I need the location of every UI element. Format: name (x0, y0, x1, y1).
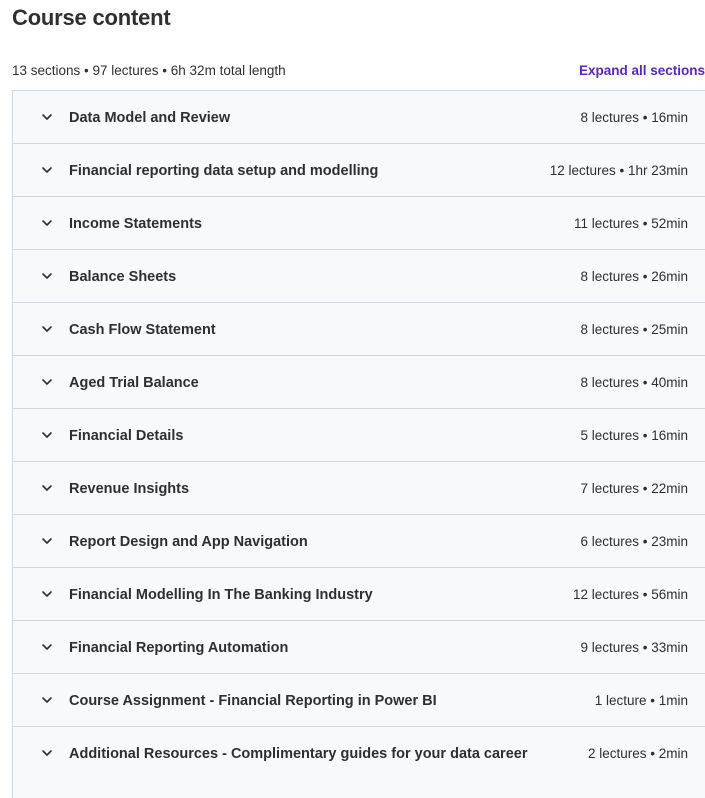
chevron-down-icon[interactable] (40, 110, 54, 124)
expand-all-sections-button[interactable]: Expand all sections (579, 63, 705, 78)
chevron-down-icon[interactable] (40, 640, 54, 654)
section-header[interactable]: Additional Resources - Complimentary gui… (13, 727, 705, 798)
section-title: Revenue Insights (69, 481, 190, 497)
section-header[interactable]: Report Design and App Navigation 6 lectur… (13, 515, 705, 568)
section-lecture-count: 7 lectures • 22min (580, 481, 688, 496)
section-header[interactable]: Balance Sheets 8 lectures • 26min (13, 250, 705, 303)
chevron-down-icon[interactable] (40, 269, 54, 283)
section-title: Income Statements (69, 216, 202, 232)
section-header[interactable]: Financial Modelling In The Banking Indus… (13, 568, 705, 621)
chevron-down-icon[interactable] (40, 375, 54, 389)
section-title: Cash Flow Statement (69, 322, 216, 338)
section-title: Aged Trial Balance (69, 375, 199, 391)
section-header[interactable]: Course Assignment - Financial Reporting … (13, 674, 705, 727)
section-title: Financial reporting data setup and model… (69, 163, 379, 179)
chevron-down-icon[interactable] (40, 322, 54, 336)
section-header[interactable]: Aged Trial Balance 8 lectures • 40min (13, 356, 705, 409)
chevron-down-icon[interactable] (40, 163, 54, 177)
section-title: Course Assignment - Financial Reporting … (69, 693, 437, 709)
section-lecture-count: 9 lectures • 33min (580, 640, 688, 655)
section-lecture-count: 8 lectures • 40min (580, 375, 688, 390)
section-header[interactable]: Financial Details 5 lectures • 16min (13, 409, 705, 462)
chevron-down-icon[interactable] (40, 481, 54, 495)
section-header[interactable]: Income Statements 11 lectures • 52min (13, 197, 705, 250)
chevron-down-icon[interactable] (40, 428, 54, 442)
section-lecture-count: 11 lectures • 52min (573, 216, 688, 231)
section-header[interactable]: Revenue Insights 7 lectures • 22min (13, 462, 705, 515)
section-title: Data Model and Review (69, 110, 231, 126)
section-lecture-count: 2 lectures • 2min (587, 746, 688, 761)
chevron-down-icon[interactable] (40, 693, 54, 707)
section-title: Balance Sheets (69, 269, 177, 285)
section-lecture-count: 8 lectures • 25min (580, 322, 688, 337)
section-header[interactable]: Financial reporting data setup and model… (13, 144, 705, 197)
section-header[interactable]: Data Model and Review 8 lectures • 16min (13, 91, 705, 144)
page-title: Course content (12, 5, 171, 30)
section-lecture-count: 5 lectures • 16min (580, 428, 688, 443)
section-lecture-count: 1 lecture • 1min (594, 693, 688, 708)
chevron-down-icon[interactable] (40, 216, 54, 230)
section-title: Financial Reporting Automation (69, 640, 289, 656)
course-content-panel: Course content 13 sections • 97 lectures… (0, 0, 705, 798)
section-header[interactable]: Financial Reporting Automation 9 lectures… (13, 621, 705, 674)
section-lecture-count: 12 lectures • 56min (572, 587, 688, 602)
section-lecture-count: 12 lectures • 1hr 23min (549, 163, 688, 178)
section-title: Report Design and App Navigation (69, 534, 308, 550)
section-lecture-count: 8 lectures • 26min (580, 269, 688, 284)
course-summary-bar: 13 sections • 97 lectures • 6h 32m total… (12, 60, 705, 80)
section-list: Data Model and Review 8 lectures • 16min F… (12, 90, 705, 798)
section-lecture-count: 6 lectures • 23min (580, 534, 688, 549)
chevron-down-icon[interactable] (40, 534, 54, 548)
section-title: Financial Details (69, 428, 184, 444)
section-lecture-count: 8 lectures • 16min (580, 110, 688, 125)
chevron-down-icon[interactable] (40, 746, 54, 760)
course-summary: 13 sections • 97 lectures • 6h 32m total… (12, 62, 286, 78)
section-title: Financial Modelling In The Banking Indus… (69, 587, 373, 603)
chevron-down-icon[interactable] (40, 587, 54, 601)
section-title: Additional Resources - Complimentary gui… (69, 746, 528, 762)
section-header[interactable]: Cash Flow Statement 8 lectures • 25min (13, 303, 705, 356)
